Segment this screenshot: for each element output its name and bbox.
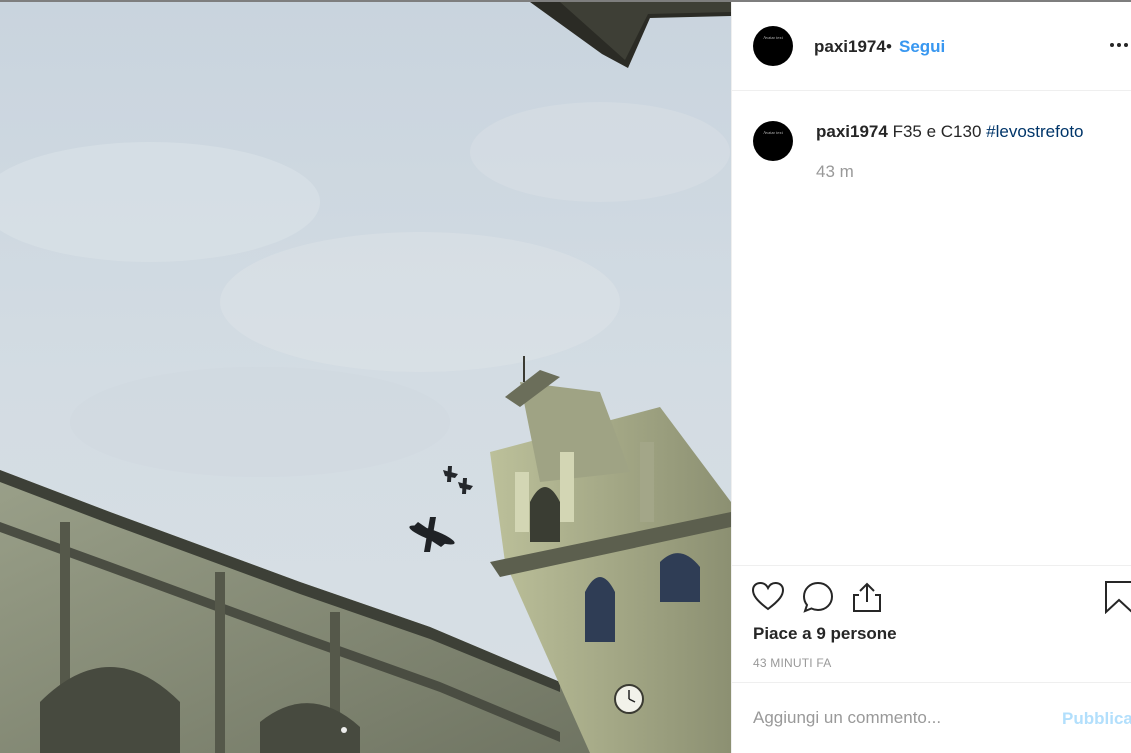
caption-text: F35 e C130 — [892, 122, 982, 141]
avatar[interactable]: Avatar text — [753, 26, 793, 66]
follow-button[interactable]: Segui — [899, 37, 945, 57]
caption-avatar-text: Avatar text — [763, 130, 783, 135]
action-bar: Piace a 9 persone 43 MINUTI FA — [732, 565, 1131, 682]
photo-illustration — [0, 2, 731, 753]
caption-time: 43 m — [816, 162, 854, 181]
header-separator: • — [886, 37, 892, 56]
post-comment-button[interactable]: Pubblica — [1062, 709, 1131, 729]
caption-line: paxi1974 F35 e C130 #levostrefoto — [816, 122, 1084, 142]
share-upload-icon[interactable] — [850, 580, 884, 614]
post-timestamp: 43 MINUTI FA — [753, 656, 832, 670]
caption-hashtag[interactable]: #levostrefoto — [986, 122, 1083, 141]
more-options-icon[interactable] — [1110, 43, 1131, 49]
add-comment-section: Pubblica — [732, 682, 1131, 753]
post-side-panel: Avatar text paxi1974 • Segui Avatar text… — [731, 2, 1131, 753]
carousel-indicator-dot[interactable] — [341, 727, 347, 733]
comment-bubble-icon[interactable] — [801, 580, 835, 614]
comment-input[interactable] — [753, 705, 1033, 731]
post-photo[interactable] — [0, 2, 731, 753]
bookmark-icon[interactable] — [1102, 580, 1131, 614]
post-header: Avatar text paxi1974 • Segui — [732, 2, 1131, 91]
caption-username[interactable]: paxi1974 — [816, 122, 888, 141]
likes-count[interactable]: Piace a 9 persone — [753, 624, 897, 644]
header-username[interactable]: paxi1974 — [814, 37, 886, 57]
caption-avatar[interactable]: Avatar text — [753, 121, 793, 161]
avatar-text: Avatar text — [763, 35, 783, 40]
heart-icon[interactable] — [751, 580, 785, 614]
